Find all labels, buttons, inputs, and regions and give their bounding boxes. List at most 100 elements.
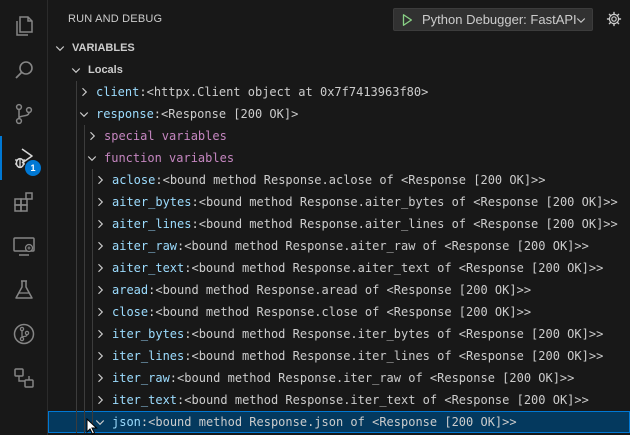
variable-row[interactable]: iter_text: <bound method Response.iter_t… — [48, 389, 630, 411]
testing-icon[interactable] — [0, 268, 48, 312]
indent-guide — [84, 389, 85, 411]
indent-guide — [84, 213, 85, 235]
variable-value: <bound method Response.iter_text of <Res… — [184, 393, 589, 407]
indent-guide — [84, 169, 85, 191]
variable-row[interactable]: aiter_raw: <bound method Response.aiter_… — [48, 235, 630, 257]
indent-guide — [76, 279, 77, 301]
name-value-separator: : — [184, 327, 192, 341]
variable-row[interactable]: aiter_bytes: <bound method Response.aite… — [48, 191, 630, 213]
variable-name: iter_raw — [112, 371, 170, 385]
start-debugging-icon[interactable] — [400, 13, 414, 27]
chevron-down-icon — [576, 18, 586, 24]
variable-value: <bound method Response.iter_lines of <Re… — [191, 349, 604, 363]
variable-row[interactable]: aiter_lines: <bound method Response.aite… — [48, 213, 630, 235]
name-value-separator: : — [169, 371, 178, 385]
testing-icon — [15, 280, 33, 299]
chevron-right-icon[interactable] — [92, 392, 108, 408]
variable-name: aclose — [112, 173, 156, 187]
indent-guide — [76, 147, 77, 169]
variable-value: <bound method Response.iter_raw of <Resp… — [177, 371, 575, 385]
indent-guide — [84, 147, 85, 169]
source-control-icon[interactable] — [0, 92, 48, 136]
indent-guide — [92, 367, 93, 389]
chevron-down-icon[interactable] — [84, 150, 100, 166]
variable-name: aiter_lines — [112, 217, 192, 231]
indent-guide — [84, 191, 85, 213]
variable-group-row[interactable]: special variables — [48, 125, 630, 147]
chevron-down-icon — [52, 40, 68, 56]
gear-icon[interactable] — [606, 11, 622, 27]
activity-bar: 1 — [0, 0, 48, 435]
variable-row[interactable]: iter_bytes: <bound method Response.iter_… — [48, 323, 630, 345]
chevron-right-icon[interactable] — [92, 326, 108, 342]
indent-guide — [76, 345, 77, 367]
variable-row[interactable]: iter_lines: <bound method Response.iter_… — [48, 345, 630, 367]
variable-row[interactable]: response: <Response [200 OK]> — [48, 103, 630, 125]
indent-guide — [76, 367, 77, 389]
chevron-right-icon[interactable] — [92, 282, 108, 298]
name-value-separator: : — [184, 349, 192, 363]
indent-guide — [84, 125, 85, 147]
indent-guide — [84, 367, 85, 389]
variable-row[interactable]: json: <bound method Response.json of <Re… — [48, 411, 630, 433]
chevron-right-icon[interactable] — [92, 260, 108, 276]
indent-guide — [92, 345, 93, 367]
variable-row[interactable]: iter_raw: <bound method Response.iter_ra… — [48, 367, 630, 389]
variable-row[interactable]: aclose: <bound method Response.aclose of… — [48, 169, 630, 191]
variable-name: aiter_text — [112, 261, 185, 275]
debug-config-dropdown[interactable]: Python Debugger: FastAPI — [393, 8, 593, 31]
indent-guide — [92, 169, 93, 191]
run-debug-icon[interactable]: 1 — [0, 136, 48, 180]
run-debug-sidebar: RUN AND DEBUG Python Debugger: FastAPI V… — [48, 0, 630, 435]
indent-guide — [92, 389, 93, 411]
indent-guide — [84, 323, 85, 345]
chevron-right-icon[interactable] — [92, 304, 108, 320]
variable-name: iter_bytes — [112, 327, 185, 341]
chevron-right-icon[interactable] — [92, 172, 108, 188]
indent-guide — [92, 191, 93, 213]
variable-value: <bound method Response.aiter_raw of <Res… — [184, 239, 589, 253]
chevron-right-icon[interactable] — [76, 84, 92, 100]
chevron-right-icon[interactable] — [92, 216, 108, 232]
indent-guide — [76, 81, 77, 103]
indent-guide — [92, 257, 93, 279]
scope-row[interactable]: Locals — [48, 59, 630, 81]
variable-row[interactable]: client: <httpx.Client object at 0x7f7413… — [48, 81, 630, 103]
chevron-right-icon[interactable] — [92, 194, 108, 210]
extensions-icon — [14, 192, 33, 212]
remote-explorer-icon — [13, 237, 35, 256]
variable-value: <bound method Response.close of <Respons… — [155, 305, 532, 319]
indent-guide — [92, 301, 93, 323]
mouse-cursor-icon — [86, 418, 98, 435]
chevron-right-icon[interactable] — [92, 348, 108, 364]
indent-guide — [84, 279, 85, 301]
extensions-icon[interactable] — [0, 180, 48, 224]
name-value-separator: : — [153, 107, 162, 121]
variable-row[interactable]: aread: <bound method Response.aread of <… — [48, 279, 630, 301]
containers-icon[interactable] — [0, 356, 48, 400]
git-graph-icon[interactable] — [0, 312, 48, 356]
variable-name: response — [96, 107, 154, 121]
indent-guide — [92, 213, 93, 235]
variable-group-row[interactable]: function variables — [48, 147, 630, 169]
remote-explorer-icon[interactable] — [0, 224, 48, 268]
variable-row[interactable]: aiter_text: <bound method Response.aiter… — [48, 257, 630, 279]
variable-name: close — [112, 305, 149, 319]
explorer-icon[interactable] — [0, 4, 48, 48]
name-value-separator: : — [155, 173, 163, 187]
variables-section-header[interactable]: VARIABLES — [48, 37, 630, 59]
variable-value: <bound method Response.iter_bytes of <Re… — [191, 327, 604, 341]
indent-guide — [76, 323, 77, 345]
chevron-right-icon[interactable] — [92, 238, 108, 254]
variable-row[interactable]: close: <bound method Response.close of <… — [48, 301, 630, 323]
indent-guide — [92, 279, 93, 301]
indent-guide — [76, 411, 77, 433]
search-icon[interactable] — [0, 48, 48, 92]
debug-config-label: Python Debugger: FastAPI — [422, 12, 577, 27]
chevron-down-icon[interactable] — [76, 106, 92, 122]
chevron-right-icon[interactable] — [92, 370, 108, 386]
chevron-right-icon[interactable] — [84, 128, 100, 144]
name-value-separator: : — [140, 415, 149, 429]
scope-label: Locals — [88, 64, 123, 76]
chevron-down-icon[interactable] — [68, 62, 84, 78]
